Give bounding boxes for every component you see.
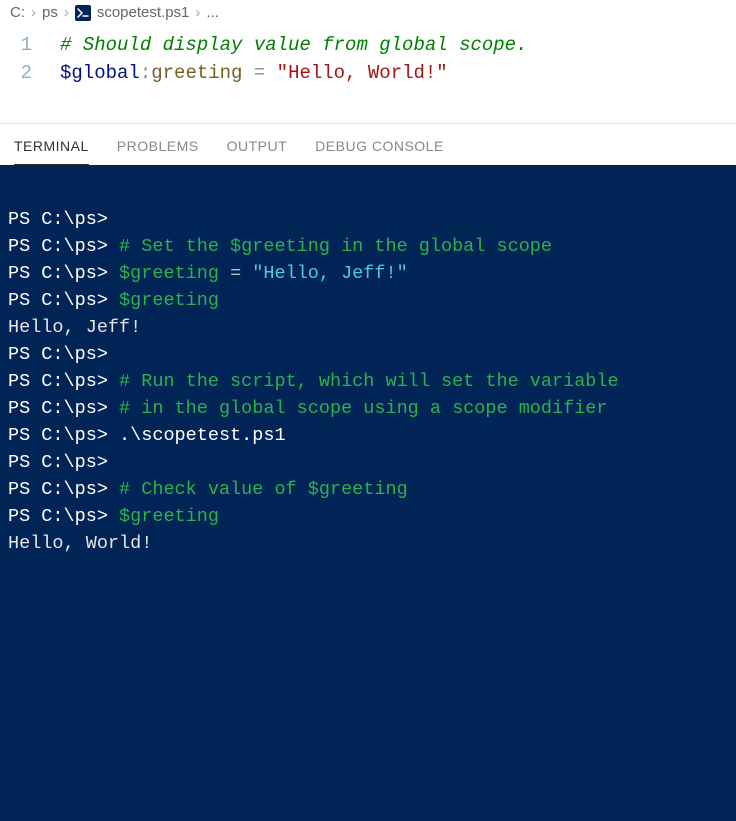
editor-line[interactable]: 2$global:greeting = "Hello, World!" xyxy=(0,59,736,87)
terminal-line: PS C:\ps> $greeting = "Hello, Jeff!" xyxy=(8,260,728,287)
terminal-line: PS C:\ps> xyxy=(8,341,728,368)
terminal-line: PS C:\ps> # in the global scope using a … xyxy=(8,395,728,422)
chevron-right-icon: › xyxy=(31,4,36,21)
chevron-right-icon: › xyxy=(64,4,69,21)
terminal-line: PS C:\ps> xyxy=(8,206,728,233)
code-content[interactable]: # Should display value from global scope… xyxy=(60,31,527,59)
breadcrumb-seg[interactable]: ps xyxy=(42,4,58,21)
terminal-line: PS C:\ps> # Check value of $greeting xyxy=(8,476,728,503)
tab-output[interactable]: OUTPUT xyxy=(227,132,288,165)
code-content[interactable]: $global:greeting = "Hello, World!" xyxy=(60,59,448,87)
panel-tabs: TERMINAL PROBLEMS OUTPUT DEBUG CONSOLE xyxy=(0,123,736,165)
chevron-right-icon: › xyxy=(195,4,200,21)
line-number: 1 xyxy=(0,31,60,59)
breadcrumb-ellipsis[interactable]: ... xyxy=(206,4,219,21)
breadcrumb-file[interactable]: scopetest.ps1 xyxy=(97,4,190,21)
terminal-line: PS C:\ps> # Set the $greeting in the glo… xyxy=(8,233,728,260)
code-editor[interactable]: 1# Should display value from global scop… xyxy=(0,25,736,123)
powershell-icon xyxy=(75,5,91,21)
terminal-line: PS C:\ps> xyxy=(8,449,728,476)
breadcrumb-seg[interactable]: C: xyxy=(10,4,25,21)
terminal-line: PS C:\ps> $greeting xyxy=(8,503,728,530)
terminal-panel[interactable]: PS C:\ps> PS C:\ps> # Set the $greeting … xyxy=(0,165,736,821)
editor-line[interactable]: 1# Should display value from global scop… xyxy=(0,31,736,59)
breadcrumb: C: › ps › scopetest.ps1 › ... xyxy=(0,0,736,25)
terminal-line: PS C:\ps> .\scopetest.ps1 xyxy=(8,422,728,449)
terminal-line: Hello, World! xyxy=(8,530,728,557)
tab-terminal[interactable]: TERMINAL xyxy=(14,132,89,165)
terminal-line: Hello, Jeff! xyxy=(8,314,728,341)
tab-debug-console[interactable]: DEBUG CONSOLE xyxy=(315,132,444,165)
terminal-line: PS C:\ps> $greeting xyxy=(8,287,728,314)
tab-problems[interactable]: PROBLEMS xyxy=(117,132,199,165)
terminal-line xyxy=(8,179,728,206)
line-number: 2 xyxy=(0,59,60,87)
terminal-line: PS C:\ps> # Run the script, which will s… xyxy=(8,368,728,395)
